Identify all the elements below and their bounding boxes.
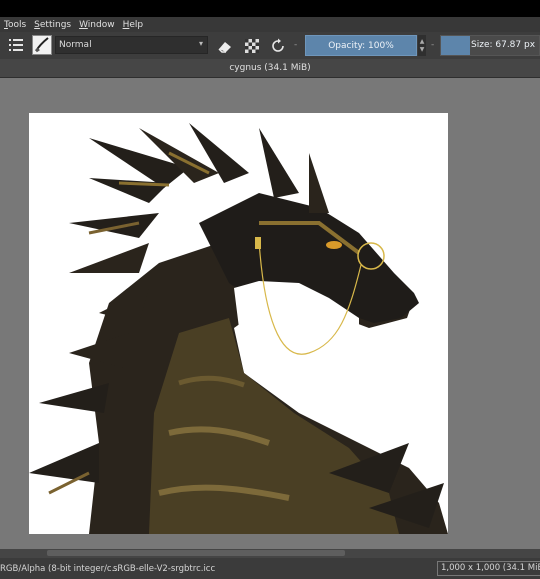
chevron-down-icon: ▾ (198, 39, 203, 48)
horizontal-scrollbar[interactable] (0, 549, 540, 558)
menu-help[interactable]: Help (123, 20, 144, 30)
alpha-lock-icon[interactable] (243, 37, 261, 55)
color-profile-label: sRGB-elle-V2-srgbtrc.icc (113, 564, 216, 574)
opacity-label: Opacity: 100% (328, 40, 394, 51)
reload-icon[interactable] (269, 37, 287, 55)
menubar: Tools Settings Window Help (0, 17, 540, 32)
spin-up-icon: ▲ (419, 37, 425, 45)
eraser-icon[interactable] (216, 37, 234, 55)
blend-mode-select[interactable]: Normal ▾ (55, 36, 208, 54)
spin-down-icon: ▼ (419, 45, 425, 53)
menu-settings[interactable]: Settings (34, 20, 71, 30)
opacity-spin-buttons[interactable]: ▲ ▼ (418, 35, 426, 56)
separator-dash: - (431, 40, 435, 50)
separator-dash: - (294, 40, 298, 50)
size-slider-fill (441, 36, 471, 55)
size-slider[interactable]: Size: 67.87 px (440, 35, 540, 56)
brush-presets-icon[interactable] (7, 37, 25, 53)
size-label: Size: 67.87 px (471, 40, 536, 50)
system-top-bar (0, 0, 540, 17)
color-space-label: RGB/Alpha (8-bit integer/c... (0, 564, 120, 574)
image-canvas[interactable] (29, 113, 448, 534)
menu-window[interactable]: Window (79, 20, 115, 30)
status-bar: RGB/Alpha (8-bit integer/c... sRGB-elle-… (0, 558, 540, 579)
dragon-artwork (29, 123, 448, 534)
menu-tools[interactable]: Tools (4, 20, 26, 30)
document-title: cygnus (34.1 MiB) (229, 63, 311, 73)
scrollbar-thumb[interactable] (47, 550, 345, 556)
opacity-slider[interactable]: Opacity: 100% (305, 35, 417, 56)
image-dimensions-label[interactable]: 1,000 x 1,000 (34.1 MiB) (437, 561, 540, 576)
blend-mode-value: Normal (59, 40, 92, 50)
brush-preview-icon[interactable] (32, 35, 52, 55)
document-title-bar: cygnus (34.1 MiB) (0, 59, 540, 78)
